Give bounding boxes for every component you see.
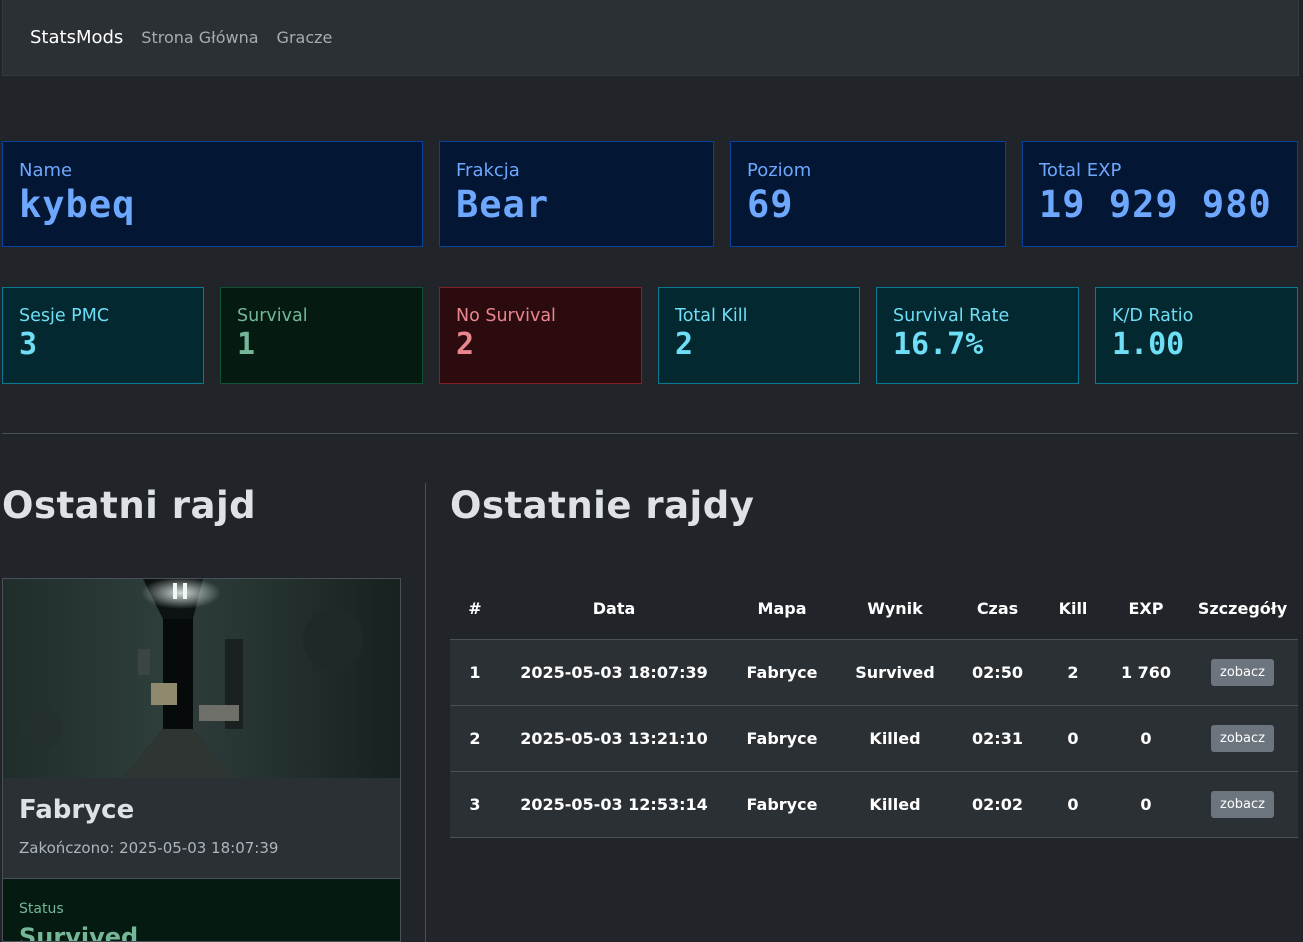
survival-card: Survival 1	[220, 287, 423, 384]
last-raid-status: Status Survived	[3, 879, 400, 942]
cell-number: 1	[450, 639, 500, 706]
level-label: Poziom	[747, 160, 812, 181]
last-raid-title: Ostatni rajd	[2, 484, 257, 527]
total-kill-card: Total Kill 2	[658, 287, 860, 384]
cell-number: 2	[450, 705, 500, 772]
level-card: Poziom 69	[730, 141, 1006, 247]
faction-card: Frakcja Bear	[439, 141, 714, 247]
header-kill: Kill	[1041, 578, 1105, 640]
header-number: #	[450, 578, 500, 640]
cell-date: 2025-05-03 12:53:14	[500, 771, 728, 838]
name-value: kybeq	[19, 183, 136, 226]
survival-rate-card: Survival Rate 16.7%	[876, 287, 1079, 384]
view-raid-button[interactable]: zobacz	[1211, 791, 1274, 818]
cell-kill: 0	[1041, 771, 1105, 838]
sessions-label: Sesje PMC	[19, 306, 110, 326]
level-value: 69	[747, 183, 794, 226]
cell-result: Killed	[836, 771, 954, 838]
total-exp-card: Total EXP 19 929 980	[1022, 141, 1298, 247]
total-kill-label: Total Kill	[675, 306, 748, 326]
recent-raids-title: Ostatnie rajdy	[450, 484, 755, 527]
cell-details: zobacz	[1187, 639, 1298, 706]
faction-label: Frakcja	[456, 160, 520, 181]
cell-kill: 0	[1041, 705, 1105, 772]
cell-date: 2025-05-03 18:07:39	[500, 639, 728, 706]
cell-time: 02:31	[954, 705, 1041, 772]
brand-link[interactable]: StatsMods	[30, 27, 123, 48]
cell-map: Fabryce	[728, 705, 836, 772]
cell-time: 02:02	[954, 771, 1041, 838]
last-raid-card: Fabryce Zakończono: 2025-05-03 18:07:39 …	[2, 578, 401, 942]
cell-kill: 2	[1041, 639, 1105, 706]
last-raid-ended: Zakończono: 2025-05-03 18:07:39	[19, 839, 279, 857]
kd-ratio-value: 1.00	[1112, 327, 1185, 362]
header-time: Czas	[954, 578, 1041, 640]
section-divider	[2, 433, 1298, 434]
kd-ratio-card: K/D Ratio 1.00	[1095, 287, 1298, 384]
no-survival-card: No Survival 2	[439, 287, 642, 384]
last-raid-body: Fabryce Zakończono: 2025-05-03 18:07:39	[3, 778, 400, 879]
cell-exp: 1 760	[1105, 639, 1187, 706]
cell-map: Fabryce	[728, 771, 836, 838]
cell-exp: 0	[1105, 771, 1187, 838]
header-date: Data	[500, 578, 728, 640]
header-exp: EXP	[1105, 578, 1187, 640]
recent-raids-table: # Data Mapa Wynik Czas Kill EXP Szczegół…	[450, 578, 1298, 838]
table-row: 2 2025-05-03 13:21:10 Fabryce Killed 02:…	[450, 705, 1298, 772]
survival-label: Survival	[237, 306, 308, 326]
header-result: Wynik	[836, 578, 954, 640]
view-raid-button[interactable]: zobacz	[1211, 725, 1274, 752]
table-row: 3 2025-05-03 12:53:14 Fabryce Killed 02:…	[450, 771, 1298, 838]
sessions-value: 3	[19, 327, 38, 362]
cell-time: 02:50	[954, 639, 1041, 706]
no-survival-label: No Survival	[456, 306, 556, 326]
name-card: Name kybeq	[2, 141, 423, 247]
nav-link-players[interactable]: Gracze	[277, 28, 333, 47]
total-exp-value: 19 929 980	[1039, 183, 1272, 226]
no-survival-value: 2	[456, 327, 475, 362]
cell-details: zobacz	[1187, 771, 1298, 838]
survival-value: 1	[237, 327, 256, 362]
table-row: 1 2025-05-03 18:07:39 Fabryce Survived 0…	[450, 639, 1298, 706]
status-value: Survived	[19, 923, 139, 942]
header-map: Mapa	[728, 578, 836, 640]
cell-result: Killed	[836, 705, 954, 772]
cell-exp: 0	[1105, 705, 1187, 772]
cell-map: Fabryce	[728, 639, 836, 706]
map-image	[3, 579, 400, 778]
kd-ratio-label: K/D Ratio	[1112, 306, 1194, 326]
cell-details: zobacz	[1187, 705, 1298, 772]
header-details: Szczegóły	[1187, 578, 1298, 640]
faction-value: Bear	[456, 183, 550, 226]
column-divider	[425, 483, 426, 942]
total-exp-label: Total EXP	[1039, 160, 1122, 181]
name-label: Name	[19, 160, 73, 181]
cell-number: 3	[450, 771, 500, 838]
total-kill-value: 2	[675, 327, 694, 362]
navbar: StatsMods Strona Główna Gracze	[2, 0, 1299, 76]
nav-link-home[interactable]: Strona Główna	[141, 28, 258, 47]
last-raid-map: Fabryce	[19, 795, 135, 825]
survival-rate-value: 16.7%	[893, 327, 984, 362]
sessions-card: Sesje PMC 3	[2, 287, 204, 384]
cell-result: Survived	[836, 639, 954, 706]
view-raid-button[interactable]: zobacz	[1211, 659, 1274, 686]
survival-rate-label: Survival Rate	[893, 306, 1010, 326]
cell-date: 2025-05-03 13:21:10	[500, 705, 728, 772]
status-label: Status	[19, 901, 64, 917]
table-header-row: # Data Mapa Wynik Czas Kill EXP Szczegół…	[450, 578, 1298, 640]
